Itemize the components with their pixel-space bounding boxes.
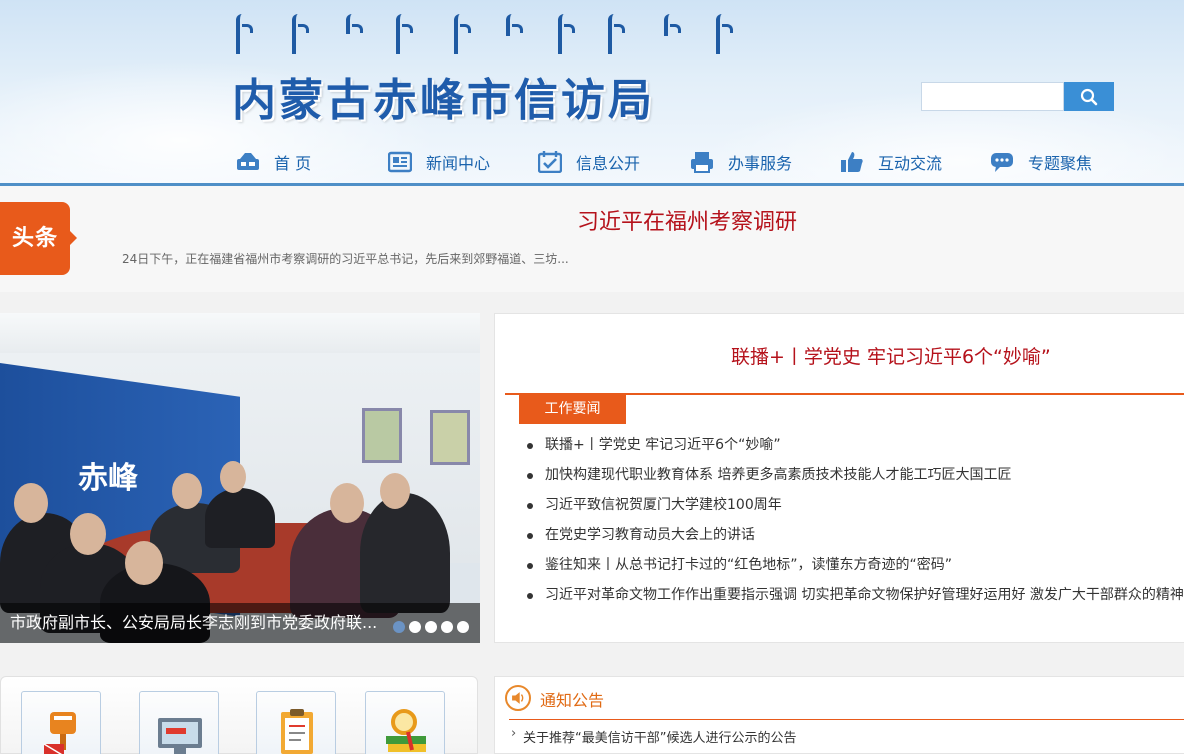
list-item[interactable]: 习近平致信祝贺厦门大学建校100周年: [525, 490, 1184, 520]
news-list: 联播+丨学党史 牢记习近平6个“妙喻” 加快构建现代职业教育体系 培养更多高素质…: [525, 430, 1184, 610]
service-shortcut-online[interactable]: [139, 691, 219, 754]
news-panel: 联播+丨学党史 牢记习近平6个“妙喻” 工作要闻 联播+丨学党史 牢记习近平6个…: [494, 313, 1184, 643]
nav-label: 首 页: [274, 154, 312, 173]
calendar-check-icon: [538, 151, 562, 173]
slide-caption[interactable]: 市政府副市长、公安局局长李志刚到市党委政府联...: [10, 603, 377, 643]
tab-work-news[interactable]: 工作要闻: [519, 395, 626, 424]
service-shortcut-forms[interactable]: [256, 691, 336, 754]
slider-dot[interactable]: [457, 621, 469, 633]
home-icon: [237, 153, 259, 170]
list-item[interactable]: 关于推荐“最美信访干部”候选人进行公示的公告: [511, 726, 796, 746]
clipboard-icon: [281, 709, 313, 754]
nav-item-info-disclosure[interactable]: 信息公开: [538, 146, 640, 178]
nav-label: 新闻中心: [426, 154, 491, 173]
site-header: 内蒙古赤峰市信访局 首 页 新闻中心 信息公开 办事服务 互动交流 专题聚焦: [0, 0, 1184, 186]
service-shortcut-mailbox[interactable]: [21, 691, 101, 754]
nav-item-services[interactable]: 办事服务: [690, 146, 792, 178]
list-item[interactable]: 鉴往知来丨从总书记打卡过的“红色地标”，读懂东方奇迹的“密码”: [525, 550, 1184, 580]
search-button[interactable]: [1064, 82, 1114, 111]
headline-section: 头条 习近平在福州考察调研 24日下午，正在福建省福州市考察调研的习近平总书记，…: [0, 186, 1184, 292]
search-icon: [1080, 88, 1098, 106]
list-item[interactable]: 加快构建现代职业教育体系 培养更多高素质技术技能人才能工巧匠大国工匠: [525, 460, 1184, 490]
service-shortcut-search[interactable]: [365, 691, 445, 754]
list-item[interactable]: 习近平对革命文物工作作出重要指示强调 切实把革命文物保护好管理好运用好 激发广大…: [525, 580, 1184, 610]
list-item[interactable]: 联播+丨学党史 牢记习近平6个“妙喻”: [525, 430, 1184, 460]
slider-pagination: [393, 621, 469, 633]
photo-slider[interactable]: 赤峰 市政府副市长、公安局局长李志刚到市党委政府联...: [0, 313, 480, 643]
list-item[interactable]: 在党史学习教育动员大会上的讲话: [525, 520, 1184, 550]
newspaper-icon: [388, 151, 412, 173]
mailbox-icon: [43, 712, 76, 754]
news-featured-headline[interactable]: 联播+丨学党史 牢记习近平6个“妙喻”: [731, 342, 1051, 369]
notice-divider: [509, 719, 1184, 720]
magnifier-books-icon: [386, 709, 426, 752]
nav-item-special-topics[interactable]: 专题聚焦: [990, 146, 1092, 178]
headline-title-link[interactable]: 习近平在福州考察调研: [577, 204, 797, 236]
nav-item-interaction[interactable]: 互动交流: [840, 146, 942, 178]
nav-label: 互动交流: [878, 154, 943, 173]
search-input[interactable]: [922, 83, 1063, 110]
slider-dot[interactable]: [441, 621, 453, 633]
slider-dot[interactable]: [425, 621, 437, 633]
printer-icon: [691, 152, 713, 173]
nav-label: 办事服务: [728, 154, 793, 173]
speaker-icon: [505, 685, 531, 711]
nav-label: 专题聚焦: [1028, 154, 1093, 173]
thumbs-up-icon: [841, 152, 863, 172]
notice-panel: 通知公告 关于推荐“最美信访干部”候选人进行公示的公告: [494, 676, 1184, 754]
nav-label: 信息公开: [576, 154, 641, 173]
mongolian-script-title: [236, 14, 736, 58]
slider-dot[interactable]: [409, 621, 421, 633]
chat-bubble-icon: [991, 153, 1013, 172]
monitor-icon: [158, 718, 202, 754]
headline-summary: 24日下午，正在福建省福州市考察调研的习近平总书记，先后来到郊野福道、三坊...: [122, 252, 569, 266]
nav-item-news-center[interactable]: 新闻中心: [388, 146, 490, 178]
slider-dot[interactable]: [393, 621, 405, 633]
headline-tag: 头条: [0, 202, 77, 275]
nav-item-home[interactable]: 首 页: [236, 146, 311, 178]
site-title: 内蒙古赤峰市信访局: [232, 75, 655, 126]
search-field[interactable]: [921, 82, 1064, 111]
notice-title[interactable]: 通知公告: [540, 687, 604, 711]
service-shortcuts: [0, 676, 478, 754]
slide-wall-text: 赤峰: [78, 461, 138, 497]
